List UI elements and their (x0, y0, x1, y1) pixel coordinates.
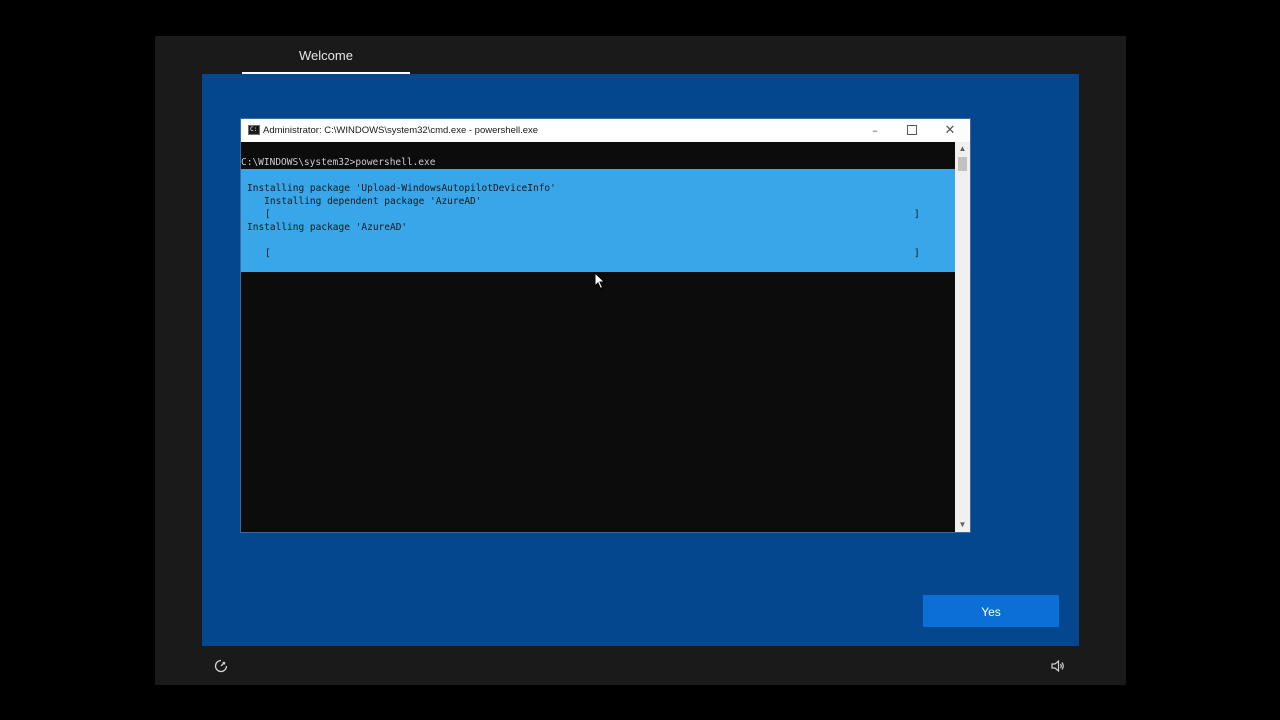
progress-bar-2-open: [ (265, 248, 271, 259)
accessibility-icon[interactable] (213, 658, 229, 674)
cmd-window[interactable]: C: Administrator: C:\WINDOWS\system32\cm… (241, 119, 970, 532)
scroll-thumb[interactable] (958, 157, 967, 171)
vertical-scrollbar[interactable]: ▲ ▼ (955, 142, 970, 532)
scroll-up-icon[interactable]: ▲ (955, 142, 970, 156)
maximize-button[interactable] (894, 119, 930, 142)
close-icon: ✕ (944, 123, 956, 138)
progress-box: Installing package 'Upload-WindowsAutopi… (241, 169, 955, 272)
minimize-icon: – (872, 124, 878, 137)
tab-welcome: Welcome (242, 40, 410, 74)
mouse-pointer-icon (594, 272, 606, 290)
cmd-icon: C: (248, 125, 260, 135)
progress-bar-1-open: [ (265, 209, 271, 220)
progress-line-2: Installing dependent package 'AzureAD' (247, 196, 482, 207)
volume-icon[interactable] (1050, 658, 1066, 674)
progress-line-3: Installing package 'AzureAD' (247, 222, 408, 233)
scroll-down-icon[interactable]: ▼ (955, 518, 970, 532)
prompt-line: C:\WINDOWS\system32>powershell.exe (241, 157, 436, 168)
cmd-titlebar[interactable]: C: Administrator: C:\WINDOWS\system32\cm… (241, 119, 970, 142)
progress-bar-1-close: ] (914, 209, 920, 220)
yes-button[interactable]: Yes (923, 595, 1059, 627)
close-button[interactable]: ✕ (932, 119, 968, 142)
maximize-icon (907, 124, 917, 135)
progress-line-1: Installing package 'Upload-WindowsAutopi… (247, 183, 556, 194)
minimize-button[interactable]: – (857, 119, 893, 142)
console-output[interactable]: C:\WINDOWS\system32>powershell.exe Insta… (241, 142, 955, 532)
progress-bar-2-close: ] (914, 248, 920, 259)
window-title: Administrator: C:\WINDOWS\system32\cmd.e… (263, 125, 539, 136)
